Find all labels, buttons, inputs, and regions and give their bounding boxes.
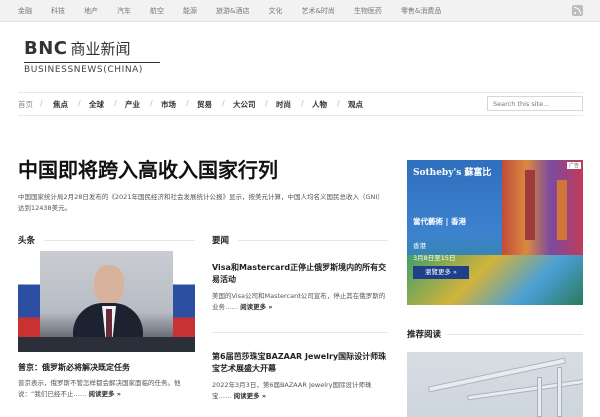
read-more-link[interactable]: 阅读更多 » xyxy=(88,390,120,398)
section-recommended-heading: 推荐阅读 xyxy=(407,330,442,340)
headline-title[interactable]: 中国即将跨入高收入国家行列 xyxy=(18,154,278,183)
section-top-heading: 头条 xyxy=(18,236,36,246)
nav-market[interactable]: 市场 xyxy=(161,99,176,110)
category-real-estate[interactable]: 地产 xyxy=(84,6,98,16)
category-list: 金融 科技 地产 汽车 航空 能源 旅游&酒店 文化 艺术&时尚 生物医药 零售… xyxy=(18,6,460,16)
nav-separator: / xyxy=(78,99,81,108)
ad-sale-name: 當代藝術 | 香港 xyxy=(413,217,466,226)
category-retail[interactable]: 零售&消费品 xyxy=(401,6,441,16)
search-input[interactable] xyxy=(487,96,583,111)
crane-arm xyxy=(467,378,583,401)
ad-artwork-tower xyxy=(557,180,567,240)
section-divider xyxy=(44,240,195,241)
rss-icon[interactable] xyxy=(572,5,583,16)
nav-separator: / xyxy=(301,99,304,108)
ad-browse-button[interactable]: 瀏覽更多 » xyxy=(413,266,469,279)
logo-bnc: BNC xyxy=(24,38,68,59)
nav-people[interactable]: 人物 xyxy=(312,99,327,110)
nav-opinion[interactable]: 观点 xyxy=(348,99,363,110)
nav-global[interactable]: 全球 xyxy=(89,99,104,110)
main-story-image[interactable] xyxy=(18,251,195,352)
section-news-heading: 要闻 xyxy=(212,236,230,246)
category-biomedicine[interactable]: 生物医药 xyxy=(354,6,382,16)
nav-industry[interactable]: 产业 xyxy=(125,99,140,110)
ad-artwork xyxy=(502,160,583,255)
nav-separator: / xyxy=(186,99,189,108)
category-art-fashion[interactable]: 艺术&时尚 xyxy=(301,6,334,16)
top-category-bar: 金融 科技 地产 汽车 航空 能源 旅游&酒店 文化 艺术&时尚 生物医药 零售… xyxy=(0,0,600,22)
read-more-link[interactable]: 阅读更多 » xyxy=(234,392,266,400)
crane-mast xyxy=(537,377,542,417)
category-finance[interactable]: 金融 xyxy=(18,6,32,16)
crane-mast xyxy=(557,367,562,417)
section-divider xyxy=(447,334,583,335)
main-story-title[interactable]: 普京：俄罗斯必将解决既定任务 xyxy=(18,362,130,373)
nav-separator: / xyxy=(265,99,268,108)
main-story-summary: 普京表示，俄罗斯不管怎样都会解决国家面临的任务。他说：“我们已经不止…… 阅读更… xyxy=(18,378,196,400)
category-travel-hotel[interactable]: 旅游&酒店 xyxy=(216,6,249,16)
category-tech[interactable]: 科技 xyxy=(51,6,65,16)
news-item-summary: 2022年3月3日，第6届BAZAAR Jewelry国际设计师珠宝…… 阅读更… xyxy=(212,380,390,402)
nav-separator: / xyxy=(337,99,340,108)
logo-chinese: 商业新闻 xyxy=(70,40,131,58)
news-item-title[interactable]: 第6届芭莎珠宝BAZAAR Jewelry国际设计师珠宝艺术展盛大开幕 xyxy=(212,351,388,375)
nav-companies[interactable]: 大公司 xyxy=(233,99,256,110)
nav-separator: / xyxy=(40,99,43,108)
ad-artwork-tower xyxy=(525,170,535,240)
news-item-title[interactable]: Visa和Mastercard正停止俄罗斯境内的所有交易活动 xyxy=(212,262,388,286)
logo-subtitle: BUSINESSNEWS(CHINA) xyxy=(24,65,144,75)
ad-location: 香港 xyxy=(413,242,426,250)
category-energy[interactable]: 能源 xyxy=(183,6,197,16)
nav-trade[interactable]: 贸易 xyxy=(197,99,212,110)
headline-lead: 中国国家统计局2月28日发布的《2021年国民经济和社会发展统计公报》显示，按美… xyxy=(18,193,384,212)
category-auto[interactable]: 汽车 xyxy=(117,6,131,16)
news-divider xyxy=(212,332,388,333)
nav-separator: / xyxy=(222,99,225,108)
nav-focus[interactable]: 焦点 xyxy=(53,99,68,110)
nav-fashion[interactable]: 时尚 xyxy=(276,99,291,110)
ad-dates: 3月8日至15日 xyxy=(413,254,456,262)
category-aviation[interactable]: 航空 xyxy=(150,6,164,16)
ad-artwork-field xyxy=(407,255,583,305)
podium xyxy=(18,337,195,352)
ad-brand: Sotheby's 蘇富比 xyxy=(413,168,492,178)
recommended-story-image[interactable] xyxy=(407,352,583,417)
site-logo[interactable]: BNC 商业新闻 BUSINESSNEWS(CHINA) xyxy=(24,38,160,75)
read-more-link[interactable]: 阅读更多 » xyxy=(240,303,272,311)
logo-divider xyxy=(24,62,160,63)
news-item-summary: 美国的Visa公司和Mastercard公司宣布，停止其在俄罗斯的业务…… 阅读… xyxy=(212,291,390,313)
ad-label[interactable]: 广告 xyxy=(566,162,581,169)
news-item-summary-text: 美国的Visa公司和Mastercard公司宣布，停止其在俄罗斯的业务…… xyxy=(212,292,386,311)
category-culture[interactable]: 文化 xyxy=(268,6,282,16)
nav-separator: / xyxy=(150,99,153,108)
section-divider xyxy=(238,240,388,241)
sothebys-ad-banner[interactable]: Sotheby's 蘇富比 广告 當代藝術 | 香港 香港 3月8日至15日 瀏… xyxy=(407,160,583,305)
nav-home[interactable]: 首页 xyxy=(18,99,33,110)
person-face xyxy=(94,265,124,303)
nav-separator: / xyxy=(114,99,117,108)
